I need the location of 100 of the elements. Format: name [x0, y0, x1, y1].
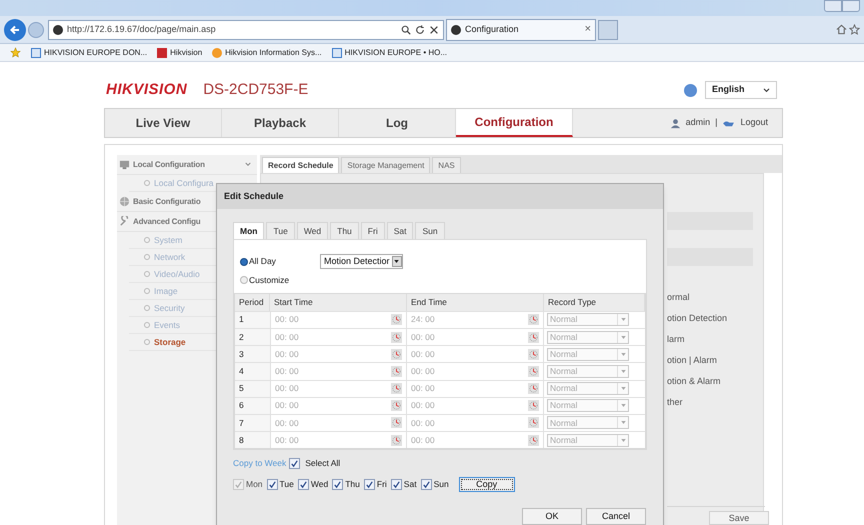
- star-icon[interactable]: [10, 47, 21, 58]
- start-time-field[interactable]: 00: 00: [275, 365, 391, 378]
- checkbox[interactable]: [289, 458, 300, 469]
- clock-icon[interactable]: [391, 417, 402, 428]
- clock-icon[interactable]: [528, 314, 539, 326]
- sidebar-group[interactable]: Local Configuration: [117, 155, 257, 175]
- record-type-dropdown[interactable]: Normal: [547, 399, 629, 412]
- username: admin: [686, 116, 710, 130]
- close-tab-button[interactable]: ×: [584, 24, 591, 35]
- language-select[interactable]: English: [705, 81, 777, 99]
- logout-link[interactable]: Logout: [740, 116, 768, 130]
- home-icon[interactable]: [836, 24, 847, 35]
- start-time-field[interactable]: 00: 00: [275, 416, 391, 430]
- radio-button[interactable]: [240, 258, 248, 266]
- clock-icon[interactable]: [391, 400, 402, 412]
- record-type-dropdown[interactable]: Normal: [547, 330, 629, 344]
- end-time-field[interactable]: 00: 00: [411, 382, 528, 395]
- checkbox[interactable]: [364, 478, 375, 490]
- clock-icon[interactable]: [528, 332, 539, 343]
- search-icon[interactable]: [401, 24, 411, 34]
- start-time-field[interactable]: 00: 00: [275, 399, 391, 412]
- clock-icon[interactable]: [528, 383, 539, 394]
- period-cell: 8: [235, 432, 270, 448]
- favorite-link[interactable]: Hikvision: [157, 46, 202, 58]
- sub-tab[interactable]: Storage Management: [341, 157, 430, 173]
- site-icon: [53, 24, 63, 34]
- end-time-field[interactable]: 00: 00: [411, 330, 528, 344]
- day-tab[interactable]: Sun: [415, 222, 445, 239]
- nav-tab[interactable]: Live View: [105, 109, 222, 137]
- clock-icon[interactable]: [391, 383, 402, 394]
- start-time-field[interactable]: 00: 00: [275, 330, 391, 344]
- select-all-label: Select All: [305, 456, 340, 470]
- start-time-field[interactable]: 00: 00: [275, 313, 391, 326]
- period-cell: 3: [235, 346, 270, 362]
- checkbox[interactable]: [420, 478, 432, 490]
- end-time-field[interactable]: 00: 00: [411, 434, 528, 447]
- chevron-icon[interactable]: [245, 162, 251, 167]
- day-tab[interactable]: Tue: [266, 222, 295, 239]
- start-time-field[interactable]: 00: 00: [275, 348, 391, 361]
- browser-tab[interactable]: Configuration ×: [446, 18, 596, 40]
- back-button[interactable]: [4, 18, 26, 40]
- nav-tab[interactable]: Configuration: [456, 109, 573, 137]
- address-field[interactable]: http://172.6.19.67/doc/page/main.asp: [48, 20, 444, 40]
- column-header: Period: [235, 294, 270, 311]
- day-tab[interactable]: Sat: [386, 222, 414, 239]
- legend-label: ormal: [667, 291, 691, 304]
- start-time-field[interactable]: 00: 00: [275, 434, 391, 447]
- favorite-link[interactable]: Hikvision Information Sys...: [212, 46, 322, 58]
- day-tab[interactable]: Wed: [296, 222, 328, 239]
- sub-tab[interactable]: Record Schedule: [262, 157, 340, 173]
- record-type-dropdown[interactable]: Normal: [547, 434, 629, 447]
- clock-icon[interactable]: [528, 400, 539, 412]
- cancel-button[interactable]: Cancel: [586, 508, 646, 525]
- clock-icon[interactable]: [391, 434, 402, 446]
- clock-icon[interactable]: [528, 434, 539, 446]
- nav-tab[interactable]: Playback: [222, 109, 339, 137]
- end-time-field[interactable]: 00: 00: [411, 416, 528, 430]
- sub-tab[interactable]: NAS: [432, 157, 461, 173]
- record-type-dropdown[interactable]: Normal: [547, 416, 629, 430]
- radio-button[interactable]: [240, 276, 248, 284]
- clock-icon[interactable]: [391, 366, 402, 377]
- copy-button[interactable]: Copy: [458, 476, 515, 492]
- clock-icon[interactable]: [528, 417, 539, 428]
- column-header: Record Type: [544, 294, 645, 311]
- save-button[interactable]: Save: [709, 511, 769, 525]
- day-tab[interactable]: Mon: [233, 222, 264, 239]
- help-icon[interactable]: [684, 84, 697, 96]
- favorite-link[interactable]: HIKVISION EUROPE DON...: [31, 46, 148, 58]
- checkbox[interactable]: [332, 478, 344, 490]
- end-time-field[interactable]: 00: 00: [411, 365, 528, 378]
- start-time-field[interactable]: 00: 00: [275, 382, 391, 395]
- clock-icon[interactable]: [391, 332, 402, 343]
- checkbox[interactable]: [390, 478, 402, 490]
- day-tab[interactable]: Fri: [360, 222, 385, 239]
- checkbox[interactable]: [298, 478, 309, 490]
- record-type-dropdown[interactable]: Normal: [547, 364, 629, 378]
- record-type-dropdown[interactable]: Normal: [547, 313, 629, 326]
- record-type-select[interactable]: Motion Detectior: [320, 254, 403, 269]
- caret-icon: [620, 336, 626, 339]
- caret-icon: [620, 404, 626, 408]
- period-cell: 6: [235, 398, 270, 414]
- refresh-icon[interactable]: [415, 24, 425, 34]
- star-icon[interactable]: [849, 24, 860, 35]
- end-time-field[interactable]: 24: 00: [411, 313, 528, 326]
- favorite-link[interactable]: HIKVISION EUROPE • HO...: [332, 46, 448, 58]
- logout-icon[interactable]: [722, 118, 736, 128]
- ok-button[interactable]: OK: [522, 508, 582, 525]
- clock-icon[interactable]: [391, 348, 402, 360]
- record-type-dropdown[interactable]: Normal: [547, 382, 629, 396]
- day-tab[interactable]: Thu: [330, 222, 359, 239]
- record-type-dropdown[interactable]: Normal: [547, 348, 629, 361]
- end-time-field[interactable]: 00: 00: [411, 399, 528, 412]
- clock-icon[interactable]: [528, 348, 539, 360]
- end-time-field[interactable]: 00: 00: [411, 348, 528, 361]
- clock-icon[interactable]: [391, 314, 402, 326]
- checkbox[interactable]: [266, 478, 278, 490]
- close-icon[interactable]: [429, 24, 439, 34]
- copy-to-week-link[interactable]: Copy to Week: [233, 456, 286, 470]
- day-label: Thu: [345, 478, 360, 491]
- clock-icon[interactable]: [528, 366, 539, 377]
